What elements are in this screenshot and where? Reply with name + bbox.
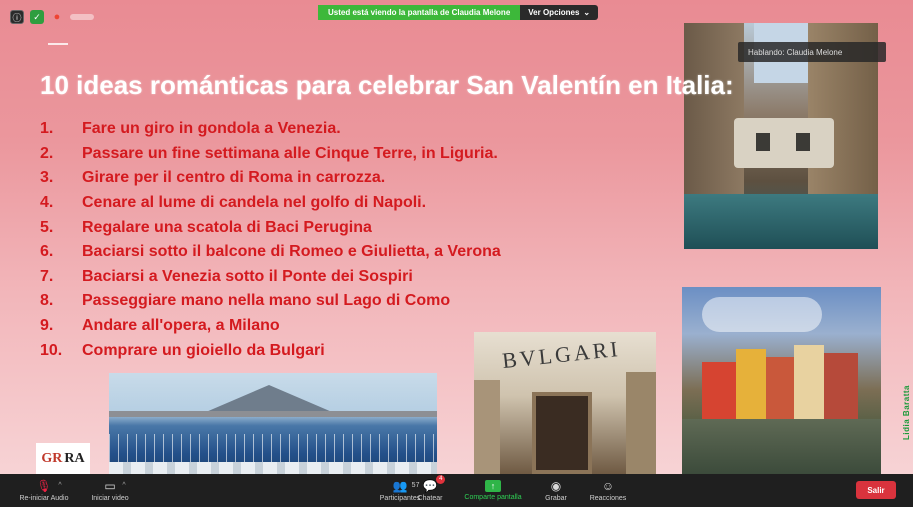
photo-house [794,345,824,419]
photo-pillar [474,380,500,474]
photo-house [736,349,766,419]
share-banner-message: Usted está viendo la pantalla de Claudia… [318,5,521,20]
item-number: 7. [40,267,54,285]
item-number: 5. [40,218,54,236]
slide-dash-decoration [48,43,68,45]
list-item: 6. Baciarsi sotto il balcone di Romeo e G… [40,240,501,265]
item-text: Andare all'opera, a Milano [82,317,280,335]
blurred-label [70,14,94,20]
photo-house [766,357,794,419]
view-options-button[interactable]: Ver Opciones ⌄ [520,5,599,20]
video-off-icon: ▭ ^ [104,479,126,493]
list-item: 2. Passare un fine settimana alle Cinque … [40,142,501,167]
item-number: 1. [40,120,54,138]
item-text: Comprare un gioiello da Bulgari [82,341,325,359]
chat-icon: 💬 4 [423,475,446,493]
list-item: 8. Passeggiare mano nella mano sul Lago d… [40,289,501,314]
shared-screen: ⓘ ✓ ● Usted está viendo la pantalla de C… [0,0,913,474]
list-item: 10. Comprare un gioiello da Bulgari [40,338,501,363]
item-text: Passeggiare mano nella mano sul Lago di … [82,292,451,310]
chat-button[interactable]: 💬 4 Chatear [410,474,450,507]
logo-mark: GR [41,450,63,466]
view-options-label: Ver Opciones [528,8,580,17]
chat-label: Chatear [417,495,443,502]
photo-house [702,362,736,420]
side-watermark: Lidia Baratta [902,385,911,440]
photo-shoreline [109,411,437,417]
bridge-window [796,133,810,151]
meeting-status-icons: ⓘ ✓ ● [10,10,94,24]
video-button[interactable]: ▭ ^ Iniciar video [84,474,136,507]
slide-title: 10 ideas románticas para celebrar San Va… [40,70,734,100]
caret-up-icon[interactable]: ^ [122,479,125,493]
meeting-toolbar: 🎙 ^ Re-iniciar Audio ▭ ^ Iniciar video 👥 57… [0,474,913,507]
item-number: 2. [40,144,54,162]
share-screen-button[interactable]: ↑ Comparte pantalla [458,474,528,507]
audio-label: Re-iniciar Audio [19,495,69,502]
share-screen-icon: ↑ [485,480,501,492]
ideas-list: 1. Fare un giro in gondola a Venezia. 2. P… [40,117,501,363]
list-item: 5. Regalare una scatola di Baci Perugina [40,215,501,240]
naples-bay-photo [109,373,437,474]
photo-bridge [734,118,834,168]
list-item: 9. Andare all'opera, a Milano [40,314,501,339]
chevron-down-icon: ⌄ [583,8,591,17]
item-text: Baciarsi a Venezia sotto il Ponte dei So… [82,267,413,285]
item-text: Fare un giro in gondola a Venezia. [82,120,341,138]
video-label: Iniciar video [91,495,129,502]
photo-house [824,353,858,419]
exit-button[interactable]: Salir [856,481,896,499]
caret-up-icon[interactable]: ^ [58,479,61,493]
photo-cloud [702,297,822,332]
logo: GR RA [36,443,90,474]
bulgari-store-photo: BVLGARI [474,332,656,474]
list-item: 7. Baciarsi a Venezia sotto il Ponte dei … [40,265,501,290]
reaction-emoji-icon: ☺ [601,479,615,493]
item-number: 6. [40,243,54,261]
photo-pillar [626,372,656,474]
shield-icon[interactable]: ✓ [30,10,44,24]
active-speaker-label: Hablando: Claudia Melone [738,42,886,62]
photo-harbor [682,419,881,474]
reactions-label: Reacciones [589,495,627,502]
photo-canal [684,194,878,249]
logo-text: RA [64,450,85,466]
chat-badge: 4 [436,475,446,484]
cinque-terre-photo [682,287,881,474]
list-item: 4. Cenare al lume di candela nel golfo di… [40,191,501,216]
photo-doorway [532,392,592,474]
bridge-window [756,133,770,151]
record-button[interactable]: ◉ Grabar [538,474,574,507]
item-number: 4. [40,194,54,212]
audio-button[interactable]: 🎙 ^ Re-iniciar Audio [14,474,74,507]
item-text: Regalare una scatola di Baci Perugina [82,218,372,236]
photo-boats [109,462,437,474]
record-icon: ◉ [550,479,562,493]
recording-icon: ● [53,11,61,23]
list-item: 3. Girare per il centro di Roma in carroz… [40,166,501,191]
item-number: 10. [40,341,63,359]
list-item: 1. Fare un giro in gondola a Venezia. [40,117,501,142]
item-number: 8. [40,292,54,310]
microphone-muted-icon: 🎙 ^ [36,479,62,493]
item-text: Passare un fine settimana alle Cinque Te… [82,144,498,162]
item-number: 9. [40,317,54,335]
item-text: Girare per il centro di Roma in carrozza… [82,169,386,187]
info-icon[interactable]: ⓘ [10,10,24,24]
screen-share-banner: Usted está viendo la pantalla de Claudia… [318,5,599,20]
item-text: Cenare al lume di candela nel golfo di N… [82,194,427,212]
record-label: Grabar [545,495,567,502]
reactions-button[interactable]: ☺ Reacciones [586,474,630,507]
item-text: Baciarsi sotto il balcone di Romeo e Giu… [82,243,501,261]
share-label: Comparte pantalla [464,494,522,501]
participants-icon: 👥 57 [392,479,420,493]
item-number: 3. [40,169,54,187]
bulgari-sign: BVLGARI [500,335,622,374]
